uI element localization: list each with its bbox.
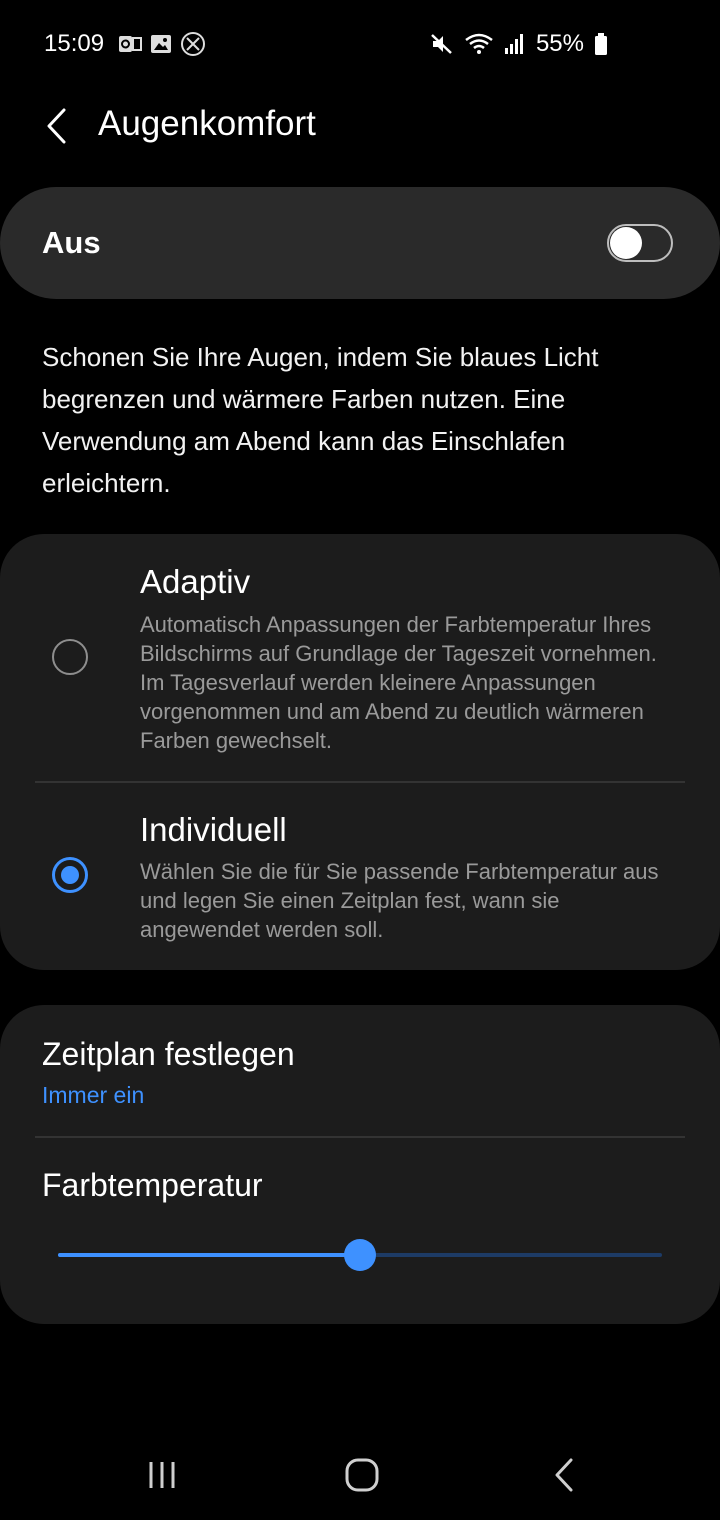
color-temperature-title: Farbtemperatur (42, 1167, 263, 1203)
battery-icon (595, 33, 607, 55)
status-time: 15:09 (44, 30, 105, 57)
signal-icon (504, 34, 523, 54)
x-icon (181, 32, 205, 56)
battery-percent: 55% (535, 30, 584, 57)
screen: 15:09 55% Augenkomfort Aus Schonen Sie I… (0, 0, 720, 1520)
schedule-value[interactable]: Immer ein (42, 1082, 144, 1109)
chevron-left-icon (47, 108, 66, 144)
page-title: Augenkomfort (98, 104, 316, 143)
radio-adaptive[interactable] (52, 639, 88, 675)
status-notification-icons (118, 31, 206, 57)
radio-selected-dot (61, 866, 79, 884)
recent-apps-icon (149, 1462, 175, 1488)
recent-apps-button[interactable] (122, 1430, 202, 1520)
navigation-bar (0, 1430, 720, 1520)
toggle-knob (610, 227, 642, 259)
slider-thumb[interactable] (344, 1239, 376, 1271)
option-custom-description: Wählen Sie die für Sie passende Farbtemp… (140, 859, 659, 942)
master-toggle-label: Aus (42, 225, 101, 260)
schedule-title[interactable]: Zeitplan festlegen (42, 1036, 295, 1073)
gallery-icon (151, 35, 171, 53)
divider (35, 781, 685, 783)
option-adaptive-description: Automatisch Anpassungen der Farbtemperat… (140, 612, 657, 753)
mute-icon (431, 34, 452, 54)
wifi-icon (465, 33, 493, 54)
status-system-icons: 55% (430, 30, 608, 58)
back-nav-button[interactable] (524, 1430, 604, 1520)
back-arrow-icon (555, 1458, 573, 1492)
outlook-icon (119, 36, 142, 52)
home-icon (345, 1458, 379, 1492)
radio-custom[interactable] (52, 857, 88, 893)
divider (35, 1136, 685, 1138)
color-temperature-slider[interactable] (58, 1239, 662, 1271)
slider-fill (58, 1253, 360, 1257)
option-custom-title[interactable]: Individuell (140, 811, 287, 849)
option-adaptive-title[interactable]: Adaptiv (140, 563, 250, 601)
back-button[interactable] (36, 104, 76, 148)
home-button[interactable] (322, 1430, 402, 1520)
master-toggle-switch[interactable] (607, 224, 673, 262)
feature-description: Schonen Sie Ihre Augen, indem Sie blaues… (42, 342, 599, 498)
status-bar: 15:09 55% (0, 0, 720, 90)
